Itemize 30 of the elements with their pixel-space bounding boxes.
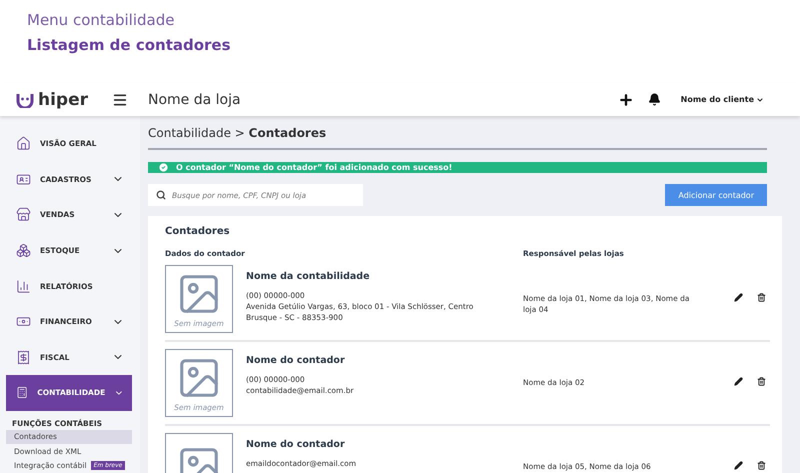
menu-icon[interactable]	[112, 92, 128, 108]
section-icon	[16, 172, 31, 187]
alert-message: O contador “Nome do contador” foi adicionado com sucesso!	[176, 163, 452, 172]
section-icon	[16, 278, 31, 294]
logo-icon	[16, 92, 34, 108]
search-icon	[156, 190, 166, 200]
edit-button[interactable]	[734, 293, 743, 302]
delete-button[interactable]	[757, 461, 766, 470]
user-menu[interactable]: Nome do cliente	[674, 94, 770, 105]
edit-button[interactable]	[734, 377, 743, 386]
store-name: Nome da loja	[148, 92, 242, 108]
page-title: Menu contabilidade	[27, 10, 176, 30]
section-icon	[16, 350, 31, 365]
logo[interactable]: hiper	[16, 90, 88, 110]
accountant-name: Nome do contador	[246, 355, 346, 366]
accountant-name: Nome da contabilidade	[246, 271, 371, 282]
edit-button[interactable]	[734, 461, 743, 470]
breadcrumb: Contabilidade > Contadores	[148, 126, 767, 150]
page-subtitle: Listagem de contadores	[27, 36, 232, 54]
section-icon	[16, 385, 28, 400]
add-icon[interactable]	[618, 92, 634, 108]
delete-button[interactable]	[757, 377, 766, 386]
accountant-name: Nome do contador	[246, 439, 346, 450]
section-icon	[16, 207, 31, 222]
bell-icon[interactable]	[648, 93, 661, 106]
section-icon	[16, 243, 31, 258]
section-icon	[16, 136, 31, 152]
caret-icon	[756, 96, 764, 104]
card-title: Contadores	[165, 226, 231, 237]
delete-button[interactable]	[757, 293, 766, 302]
